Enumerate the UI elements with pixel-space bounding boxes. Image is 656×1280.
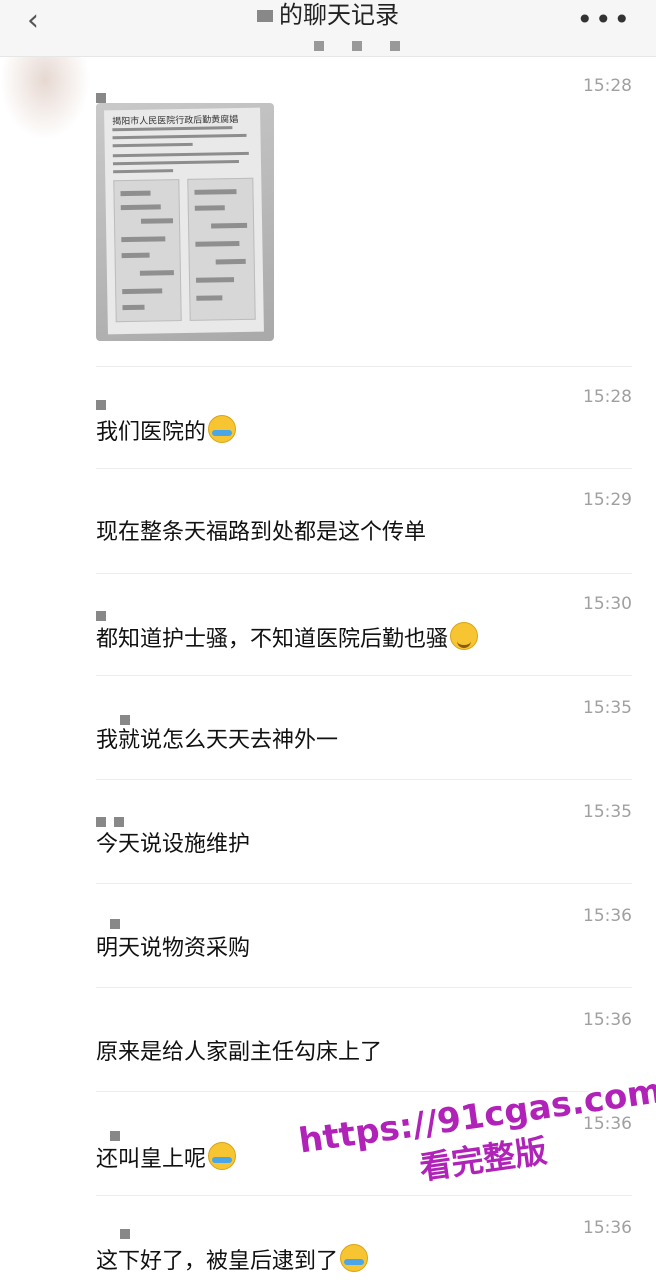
list-item: 15:29 现在整条天福路到处都是这个传单 xyxy=(96,490,632,574)
message-text: 现在整条天福路到处都是这个传单 xyxy=(96,520,427,545)
list-item: 15:35 今天说设施维护 xyxy=(96,802,632,884)
redacted-sender xyxy=(120,1224,138,1243)
timestamp: 15:30 xyxy=(583,594,632,614)
timestamp: 15:36 xyxy=(583,1218,632,1238)
message-text: 我们医院的 xyxy=(96,415,237,448)
timestamp: 15:35 xyxy=(583,698,632,718)
list-item: 15:30 都知道护士骚，不知道医院后勤也骚 xyxy=(96,594,632,676)
flyer-paper: 揭阳市人民医院行政后勤黄腐娼 xyxy=(104,107,264,335)
page-title-text: 的聊天记录 xyxy=(279,1,399,29)
crying-laughing-emoji-icon xyxy=(208,415,237,443)
top-bar: ‹ 的聊天记录 ••• xyxy=(0,0,656,57)
chat-image[interactable]: 揭阳市人民医院行政后勤黄腐娼 xyxy=(96,103,274,341)
timestamp: 15:36 xyxy=(583,1010,632,1030)
list-item: 15:28 我们医院的 xyxy=(96,387,632,469)
message-text: 原来是给人家副主任勾床上了 xyxy=(96,1040,383,1065)
thinking-emoji-icon xyxy=(450,622,479,650)
redacted-sender xyxy=(110,914,128,933)
more-dots-icon[interactable]: ••• xyxy=(576,6,632,34)
message-text: 还叫皇上呢 xyxy=(96,1142,237,1175)
timestamp: 15:35 xyxy=(583,802,632,822)
list-item: 15:36 这下好了，被皇后逮到了 xyxy=(96,1218,632,1280)
flyer-heading: 揭阳市人民医院行政后勤黄腐娼 xyxy=(112,115,239,128)
redacted-sender xyxy=(96,812,132,831)
crying-laughing-emoji-icon xyxy=(340,1244,369,1272)
chat-screenshot-left xyxy=(113,179,182,323)
redacted-name xyxy=(257,10,273,22)
watermark: https://91cgas.com 看完整版 xyxy=(296,1070,656,1229)
page-title: 的聊天记录 xyxy=(0,0,656,30)
message-text: 今天说设施维护 xyxy=(96,832,251,857)
message-text: 明天说物资采购 xyxy=(96,936,251,961)
crying-laughing-emoji-icon xyxy=(208,1142,237,1170)
timestamp: 15:28 xyxy=(583,76,632,96)
redacted-sender xyxy=(96,395,114,414)
timestamp: 15:36 xyxy=(583,906,632,926)
list-item: 15:36 原来是给人家副主任勾床上了 xyxy=(96,1010,632,1092)
timestamp: 15:28 xyxy=(583,387,632,407)
message-text: 这下好了，被皇后逮到了 xyxy=(96,1244,369,1277)
list-item: 15:36 明天说物资采购 xyxy=(96,906,632,988)
timestamp: 15:29 xyxy=(583,490,632,510)
chat-screenshot-right xyxy=(187,177,256,321)
message-text: 我就说怎么天天去神外一 xyxy=(96,728,339,753)
message-text: 都知道护士骚，不知道医院后勤也骚 xyxy=(96,622,479,655)
redacted-subtitle xyxy=(314,36,428,55)
list-item: 15:35 我就说怎么天天去神外一 xyxy=(96,698,632,780)
